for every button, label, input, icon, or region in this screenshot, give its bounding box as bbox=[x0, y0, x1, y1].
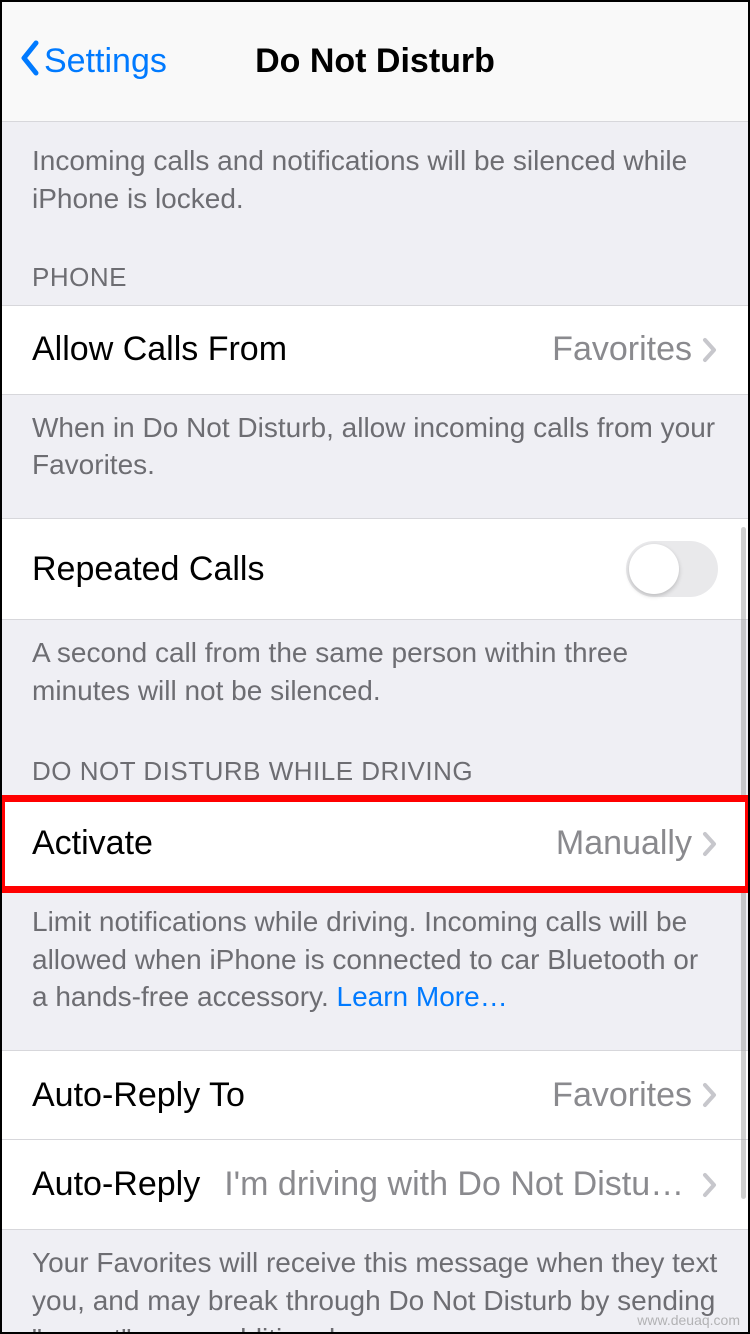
row-label: Repeated Calls bbox=[32, 550, 264, 589]
activate-row[interactable]: Activate Manually bbox=[2, 799, 748, 889]
chevron-right-icon bbox=[702, 831, 718, 857]
chevron-right-icon bbox=[702, 337, 718, 363]
auto-reply-row[interactable]: Auto-Reply I'm driving with Do Not Distu… bbox=[2, 1140, 748, 1230]
row-label: Allow Calls From bbox=[32, 330, 287, 369]
silence-description: Incoming calls and notifications will be… bbox=[2, 122, 748, 226]
toggle-knob bbox=[629, 544, 679, 594]
chevron-right-icon bbox=[702, 1082, 718, 1108]
nav-bar: Do Not Disturb Settings bbox=[2, 2, 748, 122]
row-value: Manually bbox=[544, 824, 692, 863]
repeated-calls-toggle[interactable] bbox=[626, 541, 718, 597]
auto-reply-to-row[interactable]: Auto-Reply To Favorites bbox=[2, 1050, 748, 1140]
repeated-calls-row: Repeated Calls bbox=[2, 518, 748, 620]
chevron-left-icon bbox=[18, 39, 40, 85]
activate-footer: Limit notifications while driving. Incom… bbox=[2, 889, 748, 1026]
back-button[interactable]: Settings bbox=[18, 39, 167, 85]
row-value: I'm driving with Do Not Distu… bbox=[212, 1165, 692, 1204]
repeated-calls-footer: A second call from the same person withi… bbox=[2, 620, 748, 720]
watermark: www.deuaq.com bbox=[637, 1312, 740, 1328]
back-label: Settings bbox=[44, 42, 167, 81]
row-label: Auto-Reply bbox=[32, 1165, 200, 1204]
section-header-phone: PHONE bbox=[2, 226, 748, 305]
section-header-driving: DO NOT DISTURB WHILE DRIVING bbox=[2, 720, 748, 799]
learn-more-link[interactable]: Learn More… bbox=[337, 981, 508, 1012]
allow-calls-footer: When in Do Not Disturb, allow incoming c… bbox=[2, 395, 748, 495]
row-value: Favorites bbox=[540, 1076, 692, 1115]
row-value: Favorites bbox=[540, 330, 692, 369]
chevron-right-icon bbox=[702, 1172, 718, 1198]
row-label: Activate bbox=[32, 824, 153, 863]
allow-calls-from-row[interactable]: Allow Calls From Favorites bbox=[2, 305, 748, 395]
row-label: Auto-Reply To bbox=[32, 1076, 245, 1115]
